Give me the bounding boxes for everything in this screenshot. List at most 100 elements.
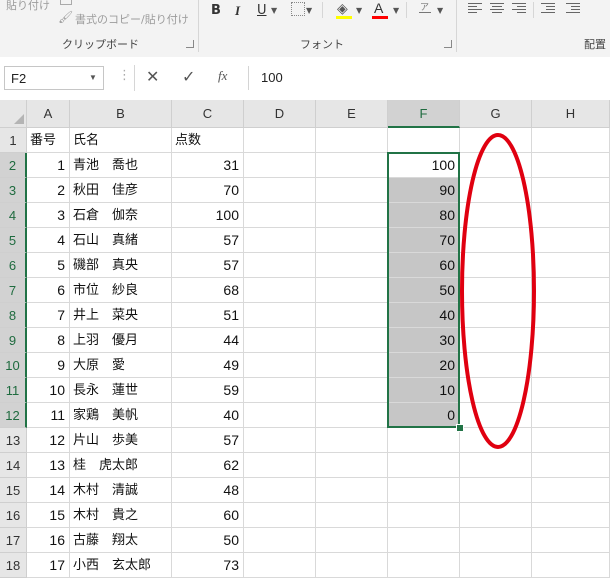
cell-e[interactable] [316,328,388,353]
cell-h[interactable] [532,228,610,253]
cell-c[interactable]: 57 [172,228,244,253]
cell-f[interactable]: 100 [388,153,460,178]
cell-g[interactable] [460,428,532,453]
increase-indent-icon[interactable] [566,3,580,15]
cell-c[interactable]: 62 [172,453,244,478]
row-header[interactable]: 2 [0,153,27,178]
cell-c[interactable]: 点数 [172,128,244,153]
row-header[interactable]: 16 [0,503,27,528]
cell-b[interactable]: 磯部 真央 [70,253,172,278]
cell-a[interactable]: 2 [27,178,70,203]
formula-input[interactable]: 100 [248,66,610,90]
cell-b[interactable]: 古藤 翔太 [70,528,172,553]
font-color-button[interactable]: A [374,0,383,16]
cell-a[interactable]: 12 [27,428,70,453]
cell-d[interactable] [244,503,316,528]
cell-a[interactable]: 5 [27,253,70,278]
cell-b[interactable]: 井上 菜央 [70,303,172,328]
cell-c[interactable]: 50 [172,528,244,553]
cell-h[interactable] [532,378,610,403]
row-header[interactable]: 17 [0,528,27,553]
cell-a[interactable]: 10 [27,378,70,403]
row-header[interactable]: 7 [0,278,27,303]
cell-f[interactable]: 80 [388,203,460,228]
row-header[interactable]: 10 [0,353,27,378]
cell-f[interactable] [388,478,460,503]
cell-f[interactable]: 20 [388,353,460,378]
cell-f[interactable] [388,128,460,153]
font-launcher-icon[interactable] [444,40,452,48]
paste-button[interactable]: 貼り付け [6,0,50,13]
cell-a[interactable]: 17 [27,553,70,578]
cell-g[interactable] [460,503,532,528]
cell-a[interactable]: 15 [27,503,70,528]
cell-c[interactable]: 60 [172,503,244,528]
cell-b[interactable]: 石倉 伽奈 [70,203,172,228]
row-header[interactable]: 13 [0,428,27,453]
cell-e[interactable] [316,353,388,378]
cell-a[interactable]: 9 [27,353,70,378]
cell-b[interactable]: 木村 清誠 [70,478,172,503]
decrease-indent-icon[interactable] [541,3,555,15]
cell-g[interactable] [460,178,532,203]
format-painter-button[interactable]: 書式のコピー/貼り付け [75,11,189,27]
cell-d[interactable] [244,278,316,303]
row-header[interactable]: 4 [0,203,27,228]
cell-f[interactable] [388,428,460,453]
column-header-e[interactable]: E [316,100,388,128]
cell-h[interactable] [532,203,610,228]
cell-d[interactable] [244,528,316,553]
cell-f[interactable]: 40 [388,303,460,328]
cell-e[interactable] [316,378,388,403]
row-header[interactable]: 3 [0,178,27,203]
cell-h[interactable] [532,403,610,428]
cell-f[interactable]: 90 [388,178,460,203]
cell-f[interactable]: 0 [388,403,460,428]
cell-f[interactable]: 70 [388,228,460,253]
cell-c[interactable]: 100 [172,203,244,228]
cell-g[interactable] [460,303,532,328]
row-header[interactable]: 5 [0,228,27,253]
cell-g[interactable] [460,253,532,278]
cell-b[interactable]: 秋田 佳彦 [70,178,172,203]
cell-b[interactable]: 桂 虎太郎 [70,453,172,478]
column-header-d[interactable]: D [244,100,316,128]
cell-g[interactable] [460,453,532,478]
cell-g[interactable] [460,228,532,253]
cell-d[interactable] [244,153,316,178]
cell-b[interactable]: 氏名 [70,128,172,153]
row-header[interactable]: 9 [0,328,27,353]
cell-g[interactable] [460,328,532,353]
cell-e[interactable] [316,253,388,278]
cell-e[interactable] [316,428,388,453]
cell-d[interactable] [244,553,316,578]
cell-d[interactable] [244,228,316,253]
clipboard-launcher-icon[interactable] [186,40,194,48]
cell-g[interactable] [460,378,532,403]
cell-b[interactable]: 木村 貴之 [70,503,172,528]
cell-f[interactable] [388,453,460,478]
cell-a[interactable]: 1 [27,153,70,178]
cell-c[interactable]: 70 [172,178,244,203]
cell-e[interactable] [316,203,388,228]
cell-b[interactable]: 石山 真緒 [70,228,172,253]
cell-d[interactable] [244,178,316,203]
cell-e[interactable] [316,278,388,303]
cell-h[interactable] [532,253,610,278]
cell-a[interactable]: 3 [27,203,70,228]
cell-c[interactable]: 51 [172,303,244,328]
cell-d[interactable] [244,428,316,453]
column-header-b[interactable]: B [70,100,172,128]
cell-e[interactable] [316,478,388,503]
cell-f[interactable]: 50 [388,278,460,303]
cell-h[interactable] [532,528,610,553]
cell-h[interactable] [532,128,610,153]
cell-h[interactable] [532,353,610,378]
cell-g[interactable] [460,128,532,153]
cell-d[interactable] [244,128,316,153]
cell-d[interactable] [244,478,316,503]
cell-a[interactable]: 4 [27,228,70,253]
cell-f[interactable] [388,528,460,553]
column-header-g[interactable]: G [460,100,532,128]
cell-c[interactable]: 73 [172,553,244,578]
